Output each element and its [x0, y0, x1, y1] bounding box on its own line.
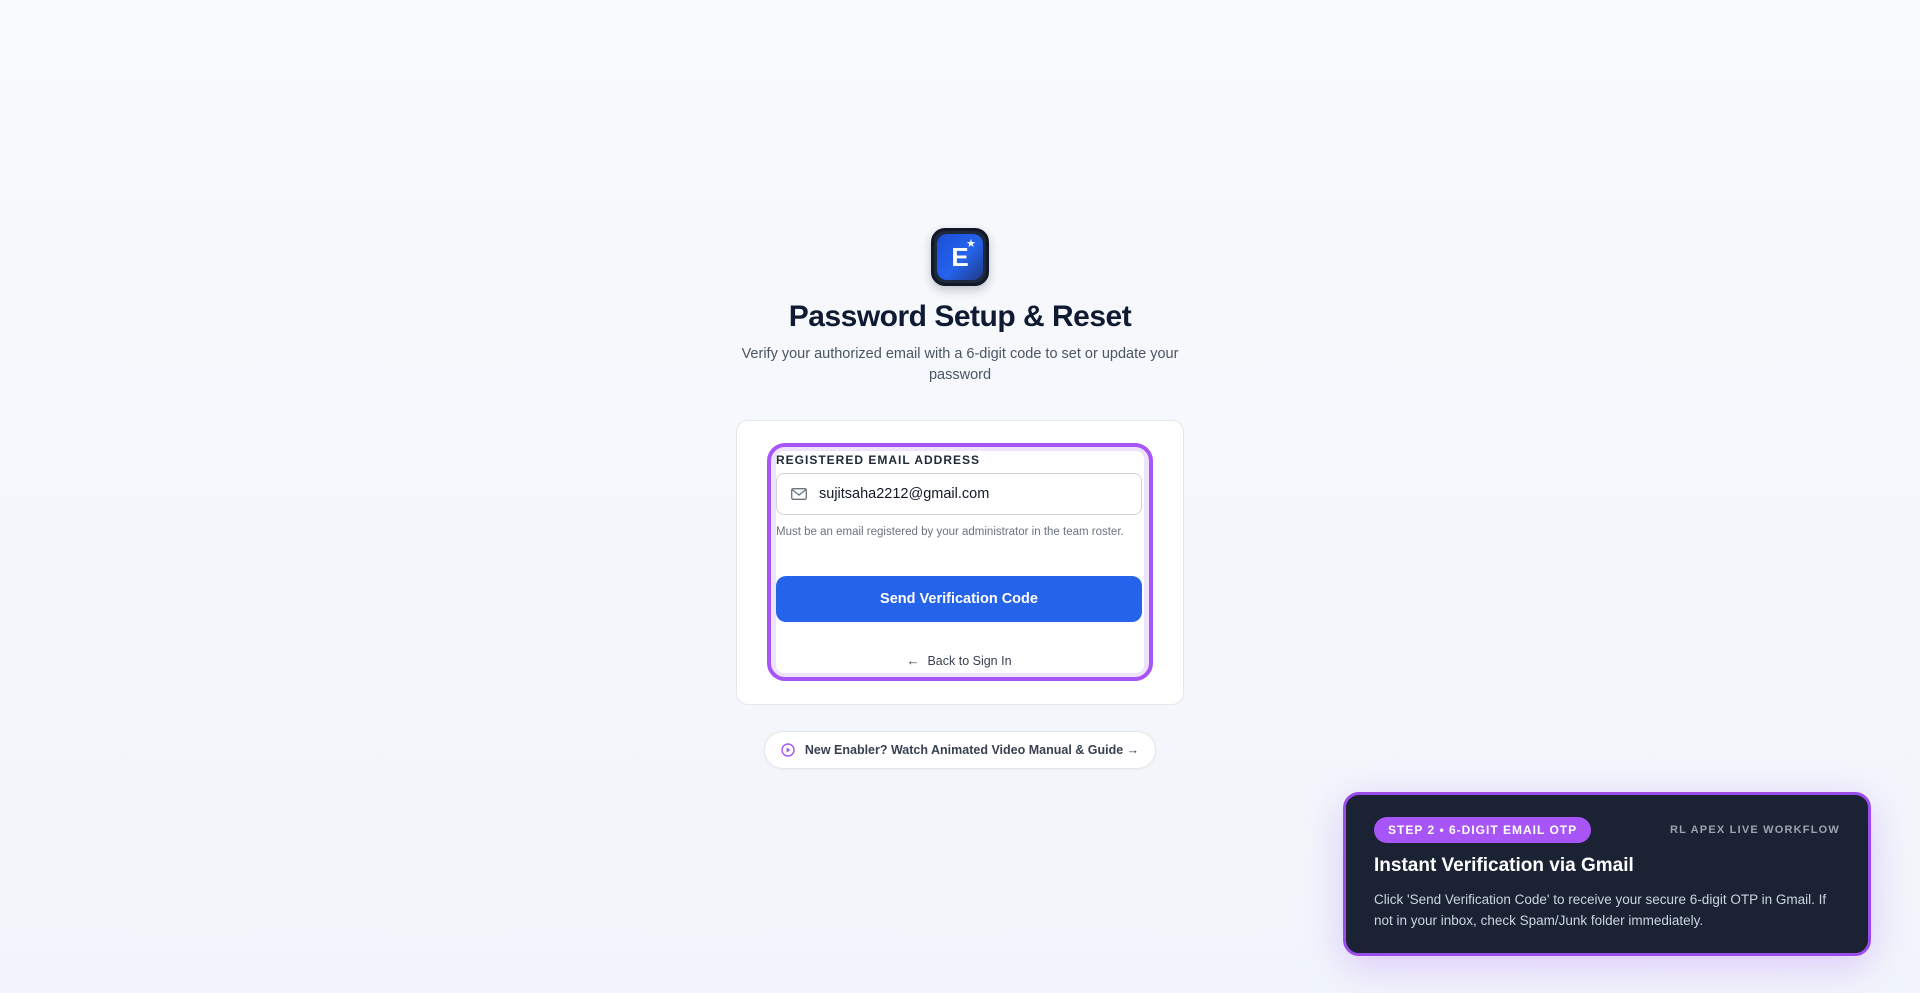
email-form: REGISTERED EMAIL ADDRESS sujitsaha2212@g… [776, 451, 1144, 673]
back-to-sign-in-label[interactable]: Back to Sign In [927, 654, 1011, 668]
email-label: REGISTERED EMAIL ADDRESS [776, 453, 981, 467]
mail-icon [791, 488, 807, 500]
step-badge: STEP 2 • 6-DIGIT EMAIL OTP [1374, 817, 1592, 843]
email-input-value[interactable]: sujitsaha2212@gmail.com [819, 486, 989, 502]
main-column: E ★ Password Setup & Reset Verify your a… [0, 228, 1920, 769]
page-subtitle: Verify your authorized email with a 6-di… [741, 346, 1179, 383]
tour-description: Click 'Send Verification Code' to receiv… [1374, 892, 1827, 928]
back-to-sign-in-link[interactable]: ← Back to Sign In [776, 653, 1142, 668]
arrow-left-icon: ← [906, 653, 920, 668]
app-logo: E ★ [931, 228, 989, 286]
tour-brand-label: RL APEX LIVE WORKFLOW [1669, 824, 1840, 836]
video-guide-link[interactable]: New Enabler? Watch Animated Video Manual… [763, 731, 1157, 769]
email-field[interactable]: sujitsaha2212@gmail.com [776, 473, 1142, 515]
star-icon: ★ [966, 238, 976, 250]
tour-title: Instant Verification via Gmail [1374, 855, 1634, 876]
tour-highlight-frame: REGISTERED EMAIL ADDRESS sujitsaha2212@g… [767, 443, 1153, 681]
onboarding-tour-popup: STEP 2 • 6-DIGIT EMAIL OTP RL APEX LIVE … [1343, 792, 1871, 956]
send-verification-code-button[interactable]: Send Verification Code [776, 576, 1142, 622]
play-circle-icon [781, 743, 795, 757]
video-guide-label[interactable]: New Enabler? Watch Animated Video Manual… [805, 743, 1139, 757]
email-help-text: Must be an email registered by your admi… [776, 526, 1124, 538]
reset-card: REGISTERED EMAIL ADDRESS sujitsaha2212@g… [736, 420, 1184, 705]
page-title: Password Setup & Reset [788, 300, 1132, 333]
